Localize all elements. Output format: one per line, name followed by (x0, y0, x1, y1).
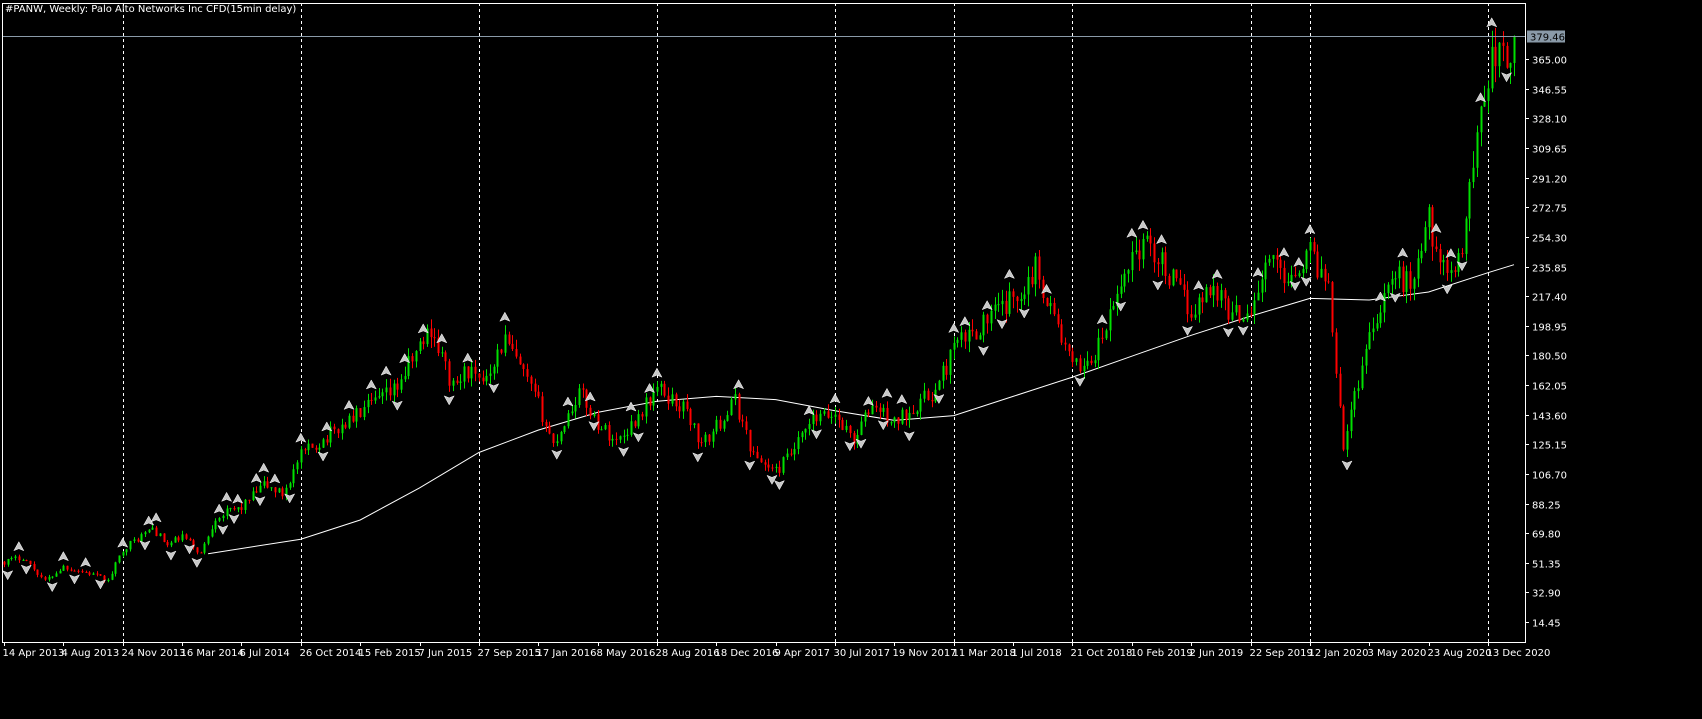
candle-361 (1342, 404, 1345, 452)
candle-281 (1046, 297, 1049, 307)
y-tick-label: 328.10 (1532, 115, 1567, 126)
candle-93 (348, 413, 351, 430)
x-tick-label: 3 May 2020 (1368, 648, 1427, 659)
x-tick-label: 1 Jul 2018 (1012, 648, 1062, 659)
candle-145 (541, 391, 544, 427)
y-tick-label: 125.15 (1532, 441, 1567, 452)
candle-333 (1238, 304, 1241, 324)
x-tick-label: 4 Aug 2013 (62, 648, 120, 659)
x-tick-label: 16 Mar 2014 (181, 648, 244, 659)
y-tick-label: 143.60 (1532, 412, 1567, 423)
y-tick-label: 235.85 (1532, 264, 1567, 275)
x-tick-label: 15 Feb 2015 (359, 648, 421, 659)
x-tick-label: 19 Nov 2017 (893, 648, 957, 659)
x-tick-label: 24 Nov 2013 (122, 648, 186, 659)
price-chart[interactable]: 379.46 365.00 346.55 328.10 309.65 291.20 272… (0, 0, 1702, 719)
candle-26 (99, 574, 102, 576)
y-tick-label: 291.20 (1532, 175, 1567, 186)
x-tick-label: 28 Aug 2016 (656, 648, 720, 659)
y-tick-label: 106.70 (1532, 471, 1567, 482)
x-tick-label: 27 Sep 2015 (478, 648, 541, 659)
x-tick-label: 26 Oct 2014 (300, 648, 362, 659)
candle-43 (163, 533, 166, 543)
x-tick-label: 13 Dec 2020 (1487, 648, 1551, 659)
candle-315 (1172, 268, 1175, 287)
x-tick-label: 12 Jan 2020 (1309, 648, 1369, 659)
candle-54 (203, 542, 206, 555)
y-tick-label: 346.55 (1532, 86, 1567, 97)
candle-83 (311, 443, 314, 448)
x-tick-label: 23 Aug 2020 (1428, 648, 1492, 659)
x-tick-label: 6 Jul 2014 (240, 648, 290, 659)
current-price-label: 379.46 (1530, 33, 1565, 44)
y-tick-label: 51.35 (1532, 560, 1561, 571)
y-tick-label: 69.80 (1532, 530, 1561, 541)
x-tick-label: 2 Jun 2019 (1190, 648, 1244, 659)
candle-210 (782, 456, 785, 475)
candle-42 (159, 533, 162, 537)
x-tick-label: 10 Feb 2019 (1131, 648, 1193, 659)
y-tick-label: 14.45 (1532, 619, 1561, 630)
x-tick-label: 17 Jan 2016 (537, 648, 597, 659)
x-tick-label: 21 Oct 2018 (1071, 648, 1133, 659)
y-tick-label: 217.40 (1532, 293, 1567, 304)
chart-background (0, 0, 1702, 719)
candle-74 (278, 487, 281, 494)
x-tick-label: 18 Dec 2016 (715, 648, 779, 659)
x-tick-label: 9 Apr 2017 (775, 648, 830, 659)
x-tick-label: 22 Sep 2019 (1250, 648, 1313, 659)
candle-405 (1506, 42, 1509, 69)
x-tick-label: 7 Jun 2015 (419, 648, 473, 659)
candle-96 (359, 408, 362, 418)
candle-242 (901, 407, 904, 425)
candle-358 (1331, 280, 1334, 337)
x-tick-label: 8 May 2016 (597, 648, 656, 659)
chart-title: #PANW, Weekly: Palo Alto Networks Inc CF… (5, 4, 296, 15)
y-tick-label: 198.95 (1532, 323, 1567, 334)
y-tick-label: 88.25 (1532, 501, 1561, 512)
x-tick-label: 30 Jul 2017 (834, 648, 891, 659)
candle-31 (118, 555, 121, 564)
y-tick-label: 180.50 (1532, 352, 1567, 363)
x-tick-label: 11 Mar 2018 (953, 648, 1016, 659)
y-tick-label: 32.90 (1532, 589, 1561, 600)
candle-198 (738, 392, 741, 423)
candle-359 (1335, 328, 1338, 378)
y-tick-label: 365.00 (1532, 56, 1567, 67)
y-tick-label: 254.30 (1532, 234, 1567, 245)
candle-196 (730, 396, 733, 416)
y-tick-label: 162.05 (1532, 382, 1567, 393)
y-tick-label: 309.65 (1532, 145, 1567, 156)
x-tick-label: 14 Apr 2013 (3, 648, 65, 659)
y-tick-label: 272.75 (1532, 204, 1567, 215)
candle-252 (938, 379, 941, 391)
